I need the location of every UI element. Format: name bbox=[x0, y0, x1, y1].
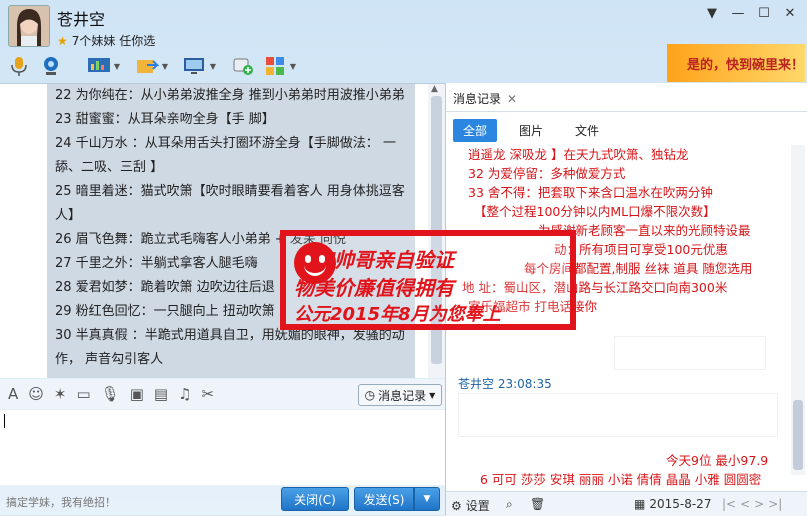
message-input[interactable] bbox=[0, 410, 445, 485]
webcam-icon bbox=[44, 57, 58, 75]
trash-icon: 🗑 bbox=[530, 497, 546, 511]
remote-desktop-button[interactable]: ▼ bbox=[86, 53, 120, 79]
text-caret bbox=[4, 414, 5, 428]
search-button[interactable]: ⌕ bbox=[506, 497, 513, 512]
ad-footer-text[interactable]: 搞定学妹，我有绝招！ bbox=[6, 494, 116, 510]
chat-line: 24 千山万水 ：从耳朵用舌头打圈环游全身【手脚做法： 一舔、二吸、三刮 】 bbox=[55, 136, 396, 175]
clock-icon: ◷ bbox=[364, 388, 376, 402]
delete-button[interactable]: 🗑 bbox=[530, 497, 545, 511]
redacted-box bbox=[458, 393, 778, 437]
chevron-down-icon: ▼ bbox=[429, 390, 436, 400]
watermark-stamp: 小狼帅哥亲自验证 物美价廉值得拥有 公元2015年8月为您奉上 bbox=[280, 230, 576, 330]
message-history-button[interactable]: ◷ 消息记录 ▼ bbox=[358, 384, 442, 406]
next-page-icon[interactable]: > bbox=[754, 497, 764, 511]
chat-line: 25 暗里着迷：猫式吹箫【吹时眼睛要看着客人 用身体挑逗客人】 bbox=[55, 184, 405, 223]
app-grid-icon bbox=[266, 57, 284, 75]
first-page-icon[interactable]: |< bbox=[722, 497, 736, 511]
contact-name: 苍井空 bbox=[57, 10, 106, 29]
gallery-icon[interactable]: ▤ bbox=[154, 385, 168, 403]
filter-files[interactable]: 文件 bbox=[565, 119, 609, 142]
message-sender-time: 苍井空 23:08:35 bbox=[458, 377, 552, 391]
contact-signature: ★ 7个妹妹 任你选 bbox=[57, 32, 155, 49]
skin-icon[interactable]: ▼ bbox=[701, 4, 723, 22]
settings-button[interactable]: ⚙ 设置 bbox=[451, 497, 490, 514]
message-history-label: 消息记录 bbox=[378, 388, 427, 403]
history-scrollbar[interactable] bbox=[791, 145, 805, 475]
history-nav: |< < > >| bbox=[722, 497, 782, 511]
maximize-icon[interactable]: ☐ bbox=[753, 4, 775, 22]
history-filter-tabs: 全部 图片 文件 bbox=[453, 119, 621, 142]
calendar-icon: ▦ bbox=[634, 497, 646, 511]
scroll-thumb[interactable] bbox=[793, 400, 803, 470]
apps-button[interactable]: ▼ bbox=[262, 53, 296, 79]
input-footer: 搞定学妹，我有绝招！ 关闭(C) 发送(S) ▼ bbox=[0, 485, 445, 515]
prev-page-icon[interactable]: < bbox=[740, 497, 750, 511]
add-chat-icon bbox=[233, 58, 253, 75]
last-page-icon[interactable]: >| bbox=[768, 497, 782, 511]
toolbar: ▼ ▼ ▼ ▼ bbox=[6, 52, 296, 80]
qq-chat-window: 苍井空 ★ 7个妹妹 任你选 ▼ — ☐ ✕ ▼ ▼ ▼ ▼ 是的，快到碗里来！… bbox=[0, 0, 807, 516]
history-footer: ⚙ 设置 ⌕ 🗑 ▦ 2015-8-27 |< < > >| bbox=[446, 491, 807, 516]
history-line: 逍遥龙 深吸龙 】在天九式吹箫、独钻龙 bbox=[468, 147, 689, 162]
chat-line: 30 半真真假 ：半跪式用道具自卫，用妩媚的眼神，发骚的动作， 声音勾引客人 bbox=[55, 328, 405, 367]
voice-message-icon[interactable]: 🎙 bbox=[101, 385, 120, 403]
date-picker[interactable]: ▦ 2015-8-27 bbox=[634, 497, 711, 511]
scroll-up-icon[interactable]: ▲ bbox=[431, 84, 438, 94]
smiley-icon bbox=[294, 242, 336, 284]
image-icon[interactable]: ▣ bbox=[130, 385, 144, 403]
emoji-icon[interactable]: ☺ bbox=[28, 385, 44, 403]
shake-icon[interactable]: ✶ bbox=[54, 385, 67, 403]
window-controls: ▼ — ☐ ✕ bbox=[701, 4, 801, 22]
close-tab-icon[interactable]: ✕ bbox=[507, 92, 517, 106]
chevron-down-icon[interactable]: ▼ bbox=[162, 62, 168, 71]
send-file-button[interactable]: ▼ bbox=[134, 53, 168, 79]
close-icon[interactable]: ✕ bbox=[779, 4, 801, 22]
history-line: 32 为爱停留：多种做爱方式 bbox=[468, 166, 626, 181]
tab-message-history[interactable]: 消息记录 ✕ bbox=[453, 90, 517, 107]
settings-label: 设置 bbox=[465, 499, 490, 513]
share-screen-button[interactable]: ▼ bbox=[182, 53, 216, 79]
ad-banner[interactable]: 是的，快到碗里来！ bbox=[667, 44, 805, 82]
monitor-icon bbox=[184, 58, 204, 74]
history-line: 33 舍不得：把套取下来含口温水在吹两分钟 bbox=[468, 185, 713, 200]
history-bottom-lines: 今天9位 最小97.9 6 可可 莎莎 安琪 丽丽 小诺 倩倩 晶晶 小雅 圆圆… bbox=[458, 451, 788, 489]
history-tab-label: 消息记录 bbox=[453, 92, 502, 106]
file-transfer-icon bbox=[137, 60, 159, 73]
history-line: 6 可可 莎莎 安琪 丽丽 小诺 倩倩 晶晶 小雅 圆圆密 bbox=[480, 472, 762, 487]
font-icon[interactable]: A bbox=[8, 385, 18, 403]
chevron-down-icon[interactable]: ▼ bbox=[114, 62, 120, 71]
screenshot-scissors-icon[interactable]: ✂ bbox=[202, 385, 215, 403]
music-icon[interactable]: ♫ bbox=[178, 385, 191, 403]
history-date: 2015-8-27 bbox=[649, 497, 712, 511]
history-line: 今天9位 最小97.9 bbox=[666, 453, 769, 468]
chevron-down-icon: ▼ bbox=[423, 494, 431, 504]
contact-avatar[interactable] bbox=[8, 5, 50, 47]
chevron-down-icon[interactable]: ▼ bbox=[290, 62, 296, 71]
search-icon: ⌕ bbox=[506, 497, 513, 511]
gif-icon[interactable]: ▭ bbox=[76, 385, 90, 403]
create-group-button[interactable] bbox=[230, 53, 256, 79]
redacted-box bbox=[614, 336, 766, 370]
send-options-button[interactable]: ▼ bbox=[414, 487, 440, 511]
chat-line: 22 为你纯在：从小弟弟波推全身 推到小弟弟时用波推小弟弟 bbox=[55, 88, 405, 103]
voice-call-button[interactable] bbox=[6, 53, 32, 79]
screen-share-icon bbox=[88, 58, 110, 72]
chevron-down-icon[interactable]: ▼ bbox=[210, 62, 216, 71]
filter-images[interactable]: 图片 bbox=[509, 119, 553, 142]
gear-icon: ⚙ bbox=[451, 498, 462, 513]
history-line: 【整个过程100分钟以内ML口爆不限次数】 bbox=[474, 204, 716, 219]
chat-line: 23 甜蜜蜜：从耳朵亲吻全身【手 脚】 bbox=[55, 112, 275, 127]
microphone-icon bbox=[11, 57, 27, 76]
star-icon: ★ bbox=[57, 34, 68, 48]
close-button[interactable]: 关闭(C) bbox=[281, 487, 349, 511]
filter-all[interactable]: 全部 bbox=[453, 119, 498, 142]
video-call-button[interactable] bbox=[38, 53, 64, 79]
signature-text: 7个妹妹 任你选 bbox=[71, 34, 156, 48]
stamp-line-3: 公元2015年8月为您奉上 bbox=[294, 304, 501, 325]
minimize-icon[interactable]: — bbox=[727, 4, 749, 22]
send-button[interactable]: 发送(S) bbox=[354, 487, 414, 511]
